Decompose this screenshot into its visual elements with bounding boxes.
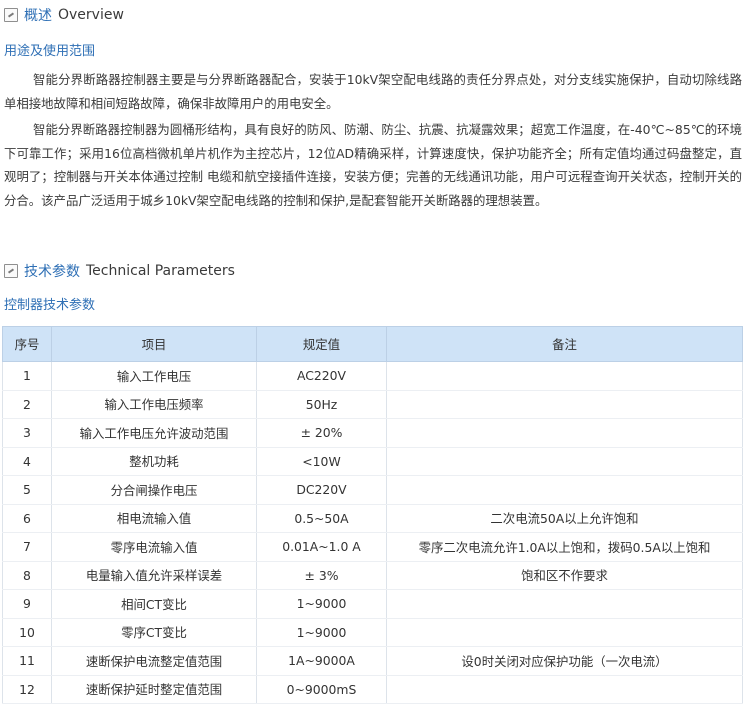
- cell-remark: 二次电流50A以上允许饱和: [386, 504, 743, 533]
- cell-index: 11: [2, 646, 52, 676]
- cell-value: 0~9000mS: [256, 675, 387, 704]
- table-row: 1 输入工作电压 AC220V: [2, 361, 743, 391]
- table-row: 10 零序CT变比 1~9000: [2, 618, 743, 647]
- cell-value: ± 20%: [256, 418, 387, 448]
- table-row: 5 分合闸操作电压 DC220V: [2, 475, 743, 505]
- header-value: 规定值: [256, 326, 387, 362]
- cell-remark: [386, 361, 743, 391]
- cell-value: <10W: [256, 447, 387, 476]
- cell-value: 0.01A~1.0 A: [256, 532, 387, 562]
- controller-params-subheading: 控制器技术参数: [4, 298, 96, 313]
- cell-index: 6: [2, 504, 52, 533]
- table-row: 8 电量输入值允许采样误差 ± 3% 饱和区不作要求: [2, 561, 743, 590]
- cell-value: ± 3%: [256, 561, 387, 590]
- cell-item: 零序CT变比: [51, 618, 257, 647]
- cell-index: 8: [2, 561, 52, 590]
- header-remark: 备注: [386, 326, 743, 362]
- cell-remark: [386, 475, 743, 505]
- cell-index: 4: [2, 447, 52, 476]
- cell-index: 5: [2, 475, 52, 505]
- overview-title: 概述: [24, 8, 52, 24]
- usage-subheading: 用途及使用范围: [4, 44, 96, 59]
- cell-value: 0.5~50A: [256, 504, 387, 533]
- technical-section-header: 技术参数 Technical Parameters: [4, 260, 235, 282]
- table-row: 6 相电流输入值 0.5~50A 二次电流50A以上允许饱和: [2, 504, 743, 533]
- cell-item: 相电流输入值: [51, 504, 257, 533]
- cell-remark: [386, 390, 743, 419]
- cell-value: AC220V: [256, 361, 387, 391]
- technical-title-en: Technical Parameters: [86, 263, 235, 279]
- cell-value: 1A~9000A: [256, 646, 387, 676]
- technical-title: 技术参数: [24, 264, 80, 280]
- cell-item: 分合闸操作电压: [51, 475, 257, 505]
- cell-item: 整机功耗: [51, 447, 257, 476]
- cell-item: 输入工作电压: [51, 361, 257, 391]
- table-row: 12 速断保护延时整定值范围 0~9000mS: [2, 675, 743, 704]
- cell-index: 1: [2, 361, 52, 391]
- section-marker-icon: [4, 8, 18, 22]
- cell-value: 50Hz: [256, 390, 387, 419]
- overview-paragraph-1: 智能分界断路器控制器主要是与分界断路器配合，安装于10kV架空配电线路的责任分界…: [4, 72, 742, 111]
- cell-value: 1~9000: [256, 618, 387, 647]
- cell-item: 输入工作电压允许波动范围: [51, 418, 257, 448]
- cell-item: 电量输入值允许采样误差: [51, 561, 257, 590]
- cell-index: 9: [2, 589, 52, 619]
- cell-remark: [386, 418, 743, 448]
- table-row: 2 输入工作电压频率 50Hz: [2, 390, 743, 419]
- header-index: 序号: [2, 326, 52, 362]
- cell-index: 10: [2, 618, 52, 647]
- cell-remark: 饱和区不作要求: [386, 561, 743, 590]
- overview-title-en: Overview: [58, 7, 124, 23]
- cell-remark: 设0时关闭对应保护功能（一次电流）: [386, 646, 743, 676]
- table-row: 7 零序电流输入值 0.01A~1.0 A 零序二次电流允许1.0A以上饱和，拨码0.…: [2, 532, 743, 562]
- header-item: 项目: [51, 326, 257, 362]
- table-row: 3 输入工作电压允许波动范围 ± 20%: [2, 418, 743, 448]
- cell-value: DC220V: [256, 475, 387, 505]
- cell-index: 2: [2, 390, 52, 419]
- table-header-row: 序号 项目 规定值 备注: [2, 326, 743, 362]
- cell-remark: [386, 447, 743, 476]
- cell-item: 速断保护电流整定值范围: [51, 646, 257, 676]
- section-marker-icon: [4, 264, 18, 278]
- cell-item: 速断保护延时整定值范围: [51, 675, 257, 704]
- overview-paragraph-2: 智能分界断路器控制器为圆桶形结构，具有良好的防风、防潮、防尘、抗震、抗凝露效果；…: [4, 122, 742, 208]
- cell-item: 相间CT变比: [51, 589, 257, 619]
- table-row: 11 速断保护电流整定值范围 1A~9000A 设0时关闭对应保护功能（一次电流）: [2, 646, 743, 676]
- cell-index: 12: [2, 675, 52, 704]
- parameters-table: 序号 项目 规定值 备注 1 输入工作电压 AC220V 2 输入工作电压频率 50Hz 3…: [2, 326, 743, 704]
- table-row: 9 相间CT变比 1~9000: [2, 589, 743, 619]
- cell-remark: [386, 589, 743, 619]
- cell-value: 1~9000: [256, 589, 387, 619]
- table-row: 4 整机功耗 <10W: [2, 447, 743, 476]
- cell-item: 零序电流输入值: [51, 532, 257, 562]
- cell-remark: [386, 675, 743, 704]
- cell-item: 输入工作电压频率: [51, 390, 257, 419]
- overview-section-header: 概述 Overview: [4, 4, 124, 26]
- cell-remark: 零序二次电流允许1.0A以上饱和，拨码0.5A以上饱和: [386, 532, 743, 562]
- cell-index: 7: [2, 532, 52, 562]
- cell-index: 3: [2, 418, 52, 448]
- cell-remark: [386, 618, 743, 647]
